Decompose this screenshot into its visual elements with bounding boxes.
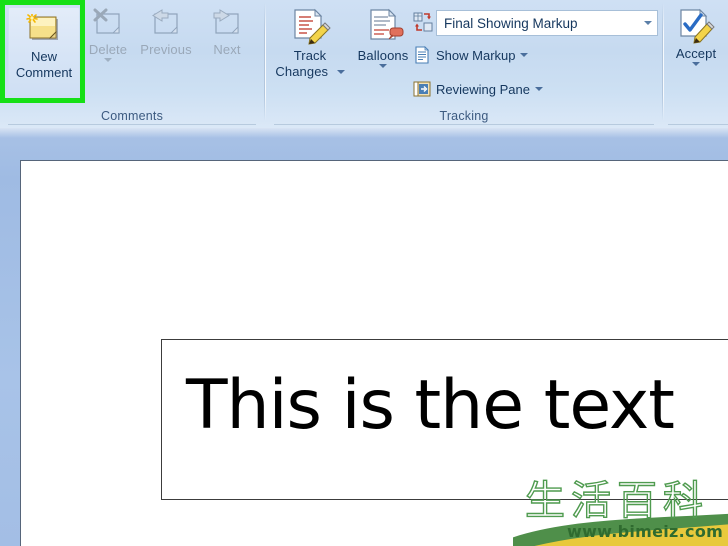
balloons-button[interactable]: Balloons xyxy=(346,4,420,100)
display-for-review-combobox[interactable]: Final Showing Markup xyxy=(436,10,658,36)
ribbon-group-tracking: Track Changes Balloons Final Showing Mar… xyxy=(266,0,662,126)
balloons-icon xyxy=(362,8,404,46)
balloons-caret-icon[interactable] xyxy=(379,64,387,68)
group-bottom-rule xyxy=(8,124,256,125)
next-comment-label: Next xyxy=(213,42,241,57)
previous-comment-label: Previous xyxy=(140,42,192,57)
watermark: 生活百科 www.bimeiz.com xyxy=(513,477,728,546)
track-changes-label-line1: Track xyxy=(293,48,327,63)
reviewing-pane-button[interactable]: Reviewing Pane xyxy=(413,78,543,100)
ribbon: New Comment Delete Previous Next Comment… xyxy=(0,0,728,128)
show-markup-label: Show Markup xyxy=(436,47,516,63)
track-changes-icon xyxy=(289,8,331,46)
delete-comment-label: Delete xyxy=(88,42,128,57)
new-comment-button[interactable]: New Comment xyxy=(8,7,80,98)
display-for-review-icon xyxy=(413,12,433,32)
reviewing-pane-label: Reviewing Pane xyxy=(436,81,530,97)
next-comment-button[interactable]: Next xyxy=(199,4,255,100)
ribbon-group-changes: Accept xyxy=(664,0,728,126)
show-markup-button[interactable]: Show Markup xyxy=(413,44,529,66)
next-comment-icon xyxy=(210,8,244,40)
watermark-url: www.bimeiz.com xyxy=(567,522,724,541)
ribbon-group-comments: New Comment Delete Previous Next Comment… xyxy=(0,0,264,126)
track-changes-label-line2: Changes xyxy=(275,64,329,79)
previous-comment-button[interactable]: Previous xyxy=(133,4,199,100)
accept-change-caret-icon[interactable] xyxy=(692,62,700,66)
delete-comment-caret-icon[interactable] xyxy=(104,58,112,62)
new-comment-label-line1: New xyxy=(30,49,57,64)
delete-comment-icon xyxy=(91,8,125,40)
document-text-box[interactable]: This is the text xyxy=(161,339,728,500)
show-markup-caret-icon[interactable] xyxy=(520,53,529,57)
show-markup-icon xyxy=(413,46,431,64)
reviewing-pane-icon xyxy=(413,80,431,98)
new-comment-icon xyxy=(25,13,63,46)
accept-change-button[interactable]: Accept xyxy=(664,4,728,100)
reviewing-pane-caret-icon[interactable] xyxy=(534,87,543,91)
document-text-box-text: This is the text xyxy=(186,366,675,445)
accept-change-icon xyxy=(676,8,716,44)
group-bottom-rule xyxy=(668,124,728,125)
new-comment-label-line2: Comment xyxy=(15,65,73,80)
watermark-title: 生活百科 xyxy=(524,478,709,524)
group-label-comments: Comments xyxy=(100,109,164,123)
balloons-label: Balloons xyxy=(357,48,409,63)
track-changes-caret-icon[interactable] xyxy=(336,69,345,74)
group-label-tracking: Tracking xyxy=(439,109,489,123)
delete-comment-button[interactable]: Delete xyxy=(85,4,131,100)
display-for-review-value: Final Showing Markup xyxy=(444,15,578,31)
track-changes-button[interactable]: Track Changes xyxy=(274,4,346,100)
group-bottom-rule xyxy=(274,124,654,125)
accept-change-label: Accept xyxy=(675,46,717,61)
previous-comment-icon xyxy=(149,8,183,40)
display-for-review-chevron-down-icon[interactable] xyxy=(639,11,657,35)
